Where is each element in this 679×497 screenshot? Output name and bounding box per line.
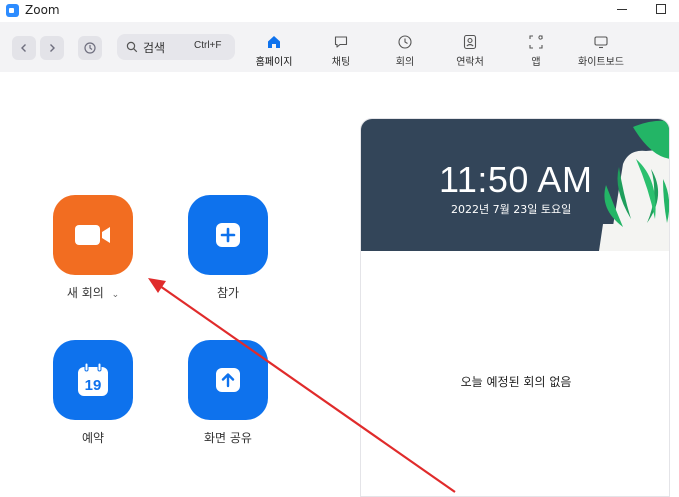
chevron-left-icon bbox=[21, 44, 26, 52]
tab-contacts[interactable]: 연락처 bbox=[451, 34, 489, 68]
join-button[interactable] bbox=[188, 195, 268, 275]
clock-banner: 11:50 AM 2022년 7월 23일 토요일 bbox=[361, 119, 669, 251]
chevron-down-icon[interactable]: ⌄ bbox=[112, 290, 120, 300]
zoom-logo-icon bbox=[6, 4, 19, 17]
tab-whiteboard[interactable]: 화이트보드 bbox=[574, 34, 628, 68]
upcoming-meetings-panel: 11:50 AM 2022년 7월 23일 토요일 오늘 예정된 회의 없음 bbox=[360, 118, 670, 497]
tab-meetings[interactable]: 회의 bbox=[388, 34, 422, 68]
new-meeting-label: 새 회의 bbox=[66, 286, 104, 300]
new-meeting-action[interactable]: 새 회의 ⌄ bbox=[52, 195, 134, 301]
video-camera-icon bbox=[75, 225, 110, 245]
no-meetings-message: 오늘 예정된 회의 없음 bbox=[460, 375, 572, 389]
new-meeting-button[interactable] bbox=[53, 195, 133, 275]
schedule-button[interactable]: 19 bbox=[53, 340, 133, 420]
schedule-action[interactable]: 19 예약 bbox=[52, 340, 134, 446]
chevron-right-icon bbox=[50, 44, 55, 52]
calendar-icon: 19 bbox=[78, 362, 108, 396]
tab-chat[interactable]: 채팅 bbox=[324, 34, 358, 68]
history-button[interactable] bbox=[78, 36, 102, 60]
calendar-day-text: 19 bbox=[85, 377, 102, 394]
contacts-icon bbox=[463, 34, 477, 50]
join-action[interactable]: 참가 bbox=[187, 195, 269, 301]
current-date: 2022년 7월 23일 토요일 bbox=[451, 203, 572, 216]
tab-label: 채팅 bbox=[331, 57, 351, 68]
minimize-icon[interactable] bbox=[617, 9, 627, 10]
current-time: 11:50 AM bbox=[439, 159, 593, 200]
tab-label: 화이트보드 bbox=[578, 57, 624, 68]
tab-label: 연락처 bbox=[456, 57, 484, 68]
top-toolbar: 검색 Ctrl+F 홈페이지 채팅 회의 연락처 앱 화이트보드 bbox=[0, 22, 679, 72]
forward-button[interactable] bbox=[40, 36, 64, 60]
tab-apps[interactable]: 앱 bbox=[521, 34, 551, 68]
history-icon bbox=[84, 42, 96, 54]
search-input[interactable]: 검색 Ctrl+F bbox=[117, 34, 235, 60]
share-screen-button[interactable] bbox=[188, 340, 268, 420]
home-icon bbox=[268, 36, 280, 48]
window-title: Zoom bbox=[25, 3, 60, 17]
share-screen-action[interactable]: 화면 공유 bbox=[187, 340, 269, 446]
apps-icon bbox=[529, 35, 543, 49]
schedule-label: 예약 bbox=[81, 431, 105, 445]
tab-label: 회의 bbox=[395, 57, 415, 68]
plus-icon bbox=[216, 223, 240, 247]
search-icon bbox=[126, 41, 138, 53]
back-button[interactable] bbox=[12, 36, 36, 60]
chat-icon bbox=[334, 36, 348, 48]
search-shortcut: Ctrl+F bbox=[194, 40, 222, 51]
whiteboard-icon bbox=[594, 36, 608, 49]
tab-home[interactable]: 홈페이지 bbox=[252, 34, 296, 68]
join-label: 참가 bbox=[216, 286, 240, 300]
tab-label: 홈페이지 bbox=[255, 57, 293, 68]
clock-icon bbox=[398, 35, 412, 49]
title-bar: Zoom bbox=[0, 0, 679, 22]
tab-label: 앱 bbox=[531, 57, 541, 68]
upload-arrow-icon bbox=[216, 368, 240, 392]
search-label: 검색 bbox=[143, 41, 166, 55]
maximize-icon[interactable] bbox=[656, 4, 666, 14]
share-screen-label: 화면 공유 bbox=[204, 431, 252, 445]
